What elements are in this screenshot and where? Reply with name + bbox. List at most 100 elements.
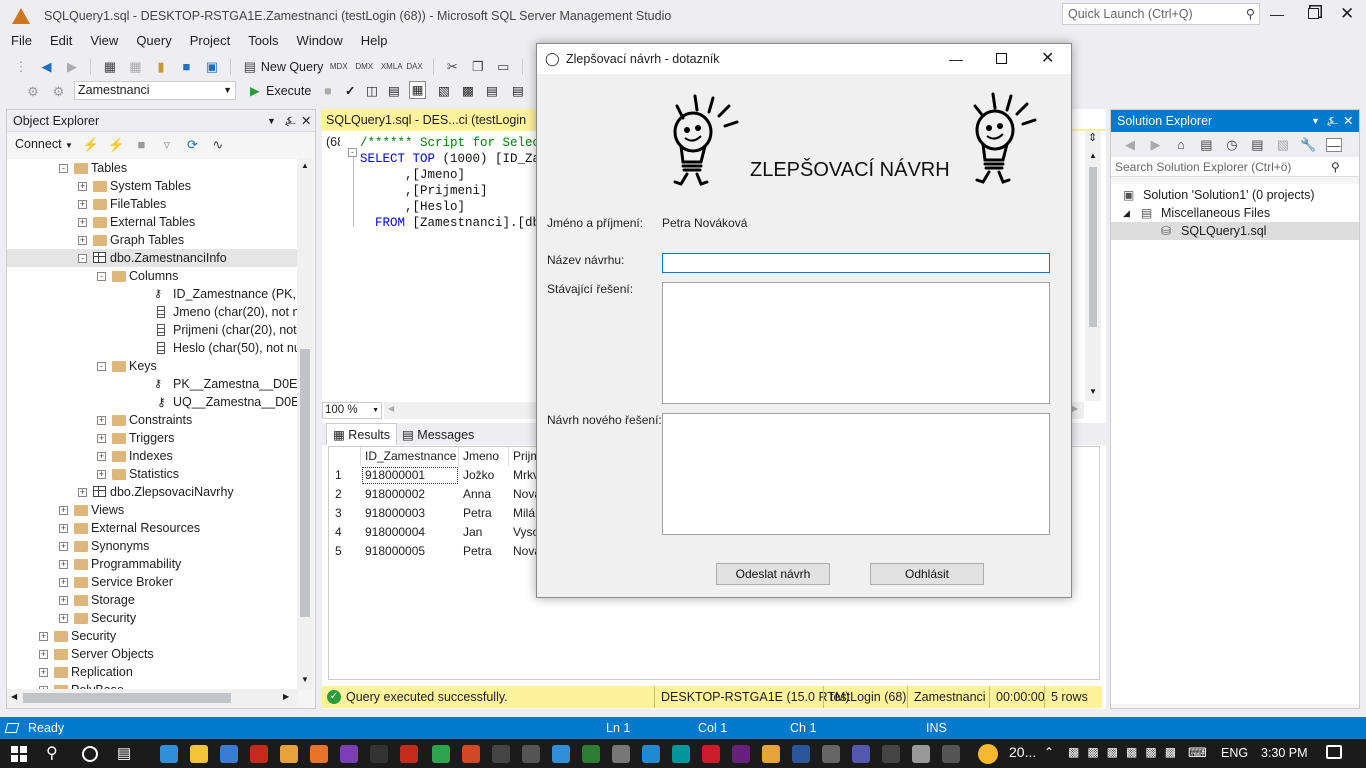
filter-icon[interactable]: ▿: [159, 137, 175, 152]
file-explorer-icon[interactable]: [190, 745, 208, 763]
tree-item[interactable]: + Synonyms: [7, 537, 297, 555]
query-options-icon[interactable]: ◫: [366, 79, 378, 103]
collapse-icon[interactable]: -: [97, 362, 106, 371]
grid-cell[interactable]: Jožko: [459, 466, 509, 485]
expand-icon[interactable]: +: [97, 416, 106, 425]
expand-icon[interactable]: +: [78, 200, 87, 209]
expand-icon[interactable]: +: [97, 470, 106, 479]
new-solution-textarea[interactable]: [662, 413, 1050, 535]
tree-item[interactable]: + System Tables: [7, 177, 297, 195]
copy-icon[interactable]: ❐: [470, 59, 486, 74]
tree-item[interactable]: + Storage: [7, 591, 297, 609]
tree-item[interactable]: + Security: [7, 627, 297, 645]
dropdown-icon[interactable]: ▼: [1311, 110, 1320, 132]
disconnect-icon[interactable]: ⚡: [108, 137, 124, 152]
app-icon[interactable]: [522, 745, 540, 763]
app-icon[interactable]: [462, 745, 480, 763]
scroll-right-icon[interactable]: ▶: [1072, 404, 1078, 413]
tree-item[interactable]: - dbo.ZamestnanciInfo: [7, 249, 297, 267]
clock[interactable]: 3:30 PM: [1261, 746, 1308, 760]
indent-icon[interactable]: ▤: [486, 79, 498, 103]
grid-cell[interactable]: 918000004: [361, 523, 459, 542]
back-icon[interactable]: ◀: [38, 59, 54, 74]
tree-item[interactable]: + Security: [7, 609, 297, 627]
table-row[interactable]: 2 918000002 Anna Nová: [329, 485, 569, 504]
scroll-left-icon[interactable]: ◀: [11, 692, 17, 701]
scroll-up-icon[interactable]: ▲: [301, 161, 309, 170]
save-icon[interactable]: ■: [178, 59, 194, 74]
grid-cell[interactable]: Jan: [459, 523, 509, 542]
table-row[interactable]: 5 918000005 Petra Nová: [329, 542, 569, 561]
grid-cell[interactable]: Anna: [459, 485, 509, 504]
stop-icon[interactable]: ■: [324, 79, 332, 103]
expand-icon[interactable]: +: [78, 488, 87, 497]
app-icon[interactable]: [762, 745, 780, 763]
visual-studio-icon[interactable]: [732, 745, 750, 763]
expand-icon[interactable]: +: [78, 236, 87, 245]
language-indicator[interactable]: ENG: [1221, 746, 1248, 760]
scroll-down-icon[interactable]: ▼: [301, 675, 309, 684]
menu-edit[interactable]: Edit: [41, 32, 81, 50]
app-icon[interactable]: [400, 745, 418, 763]
mdx-query-icon[interactable]: MDX: [330, 60, 348, 74]
oe-horizontal-scrollbar[interactable]: ◀ ▶: [7, 689, 297, 707]
scroll-thumb[interactable]: [1089, 167, 1097, 327]
tree-item[interactable]: + dbo.ZlepsovaciNavrhy: [7, 483, 297, 501]
edge-icon[interactable]: [160, 745, 178, 763]
menu-file[interactable]: File: [2, 32, 41, 50]
scroll-thumb[interactable]: [300, 349, 310, 617]
expand-icon[interactable]: +: [39, 632, 48, 641]
scroll-left-icon[interactable]: ◀: [388, 404, 394, 413]
forward-icon[interactable]: ▶: [1147, 137, 1163, 152]
tree-item[interactable]: Prijmeni (char(20), not nu: [7, 321, 297, 339]
expand-icon[interactable]: +: [59, 560, 68, 569]
app-icon[interactable]: [250, 745, 268, 763]
dax-query-icon[interactable]: DAX: [406, 60, 422, 74]
arduino-icon[interactable]: [672, 745, 690, 763]
tree-item[interactable]: - Columns: [7, 267, 297, 285]
expand-icon[interactable]: +: [59, 542, 68, 551]
keyboard-icon[interactable]: ⌨: [1188, 745, 1207, 761]
collapse-icon[interactable]: -: [97, 272, 106, 281]
expand-icon[interactable]: +: [39, 650, 48, 659]
solution-search-input[interactable]: Search Solution Explorer (Ctrl+ö) ⚲: [1111, 157, 1359, 177]
editor-vertical-scrollbar[interactable]: ⇕ ▲ ▼: [1085, 131, 1101, 401]
scroll-down-icon[interactable]: ▼: [1089, 387, 1097, 396]
menu-tools[interactable]: Tools: [239, 32, 287, 50]
preview-icon[interactable]: —: [1325, 137, 1342, 152]
expanded-icon[interactable]: ◢: [1123, 204, 1130, 222]
title-input[interactable]: [662, 253, 1050, 273]
cut-icon[interactable]: ✂: [444, 59, 460, 74]
app-icon[interactable]: [942, 745, 960, 763]
new-project-icon[interactable]: ▦: [102, 59, 118, 74]
properties-icon[interactable]: 🔧: [1300, 137, 1316, 152]
stop-icon[interactable]: ■: [133, 137, 149, 152]
app-icon[interactable]: [552, 745, 570, 763]
dialog-maximize-button[interactable]: [996, 53, 1007, 64]
tree-item[interactable]: +PolyBase: [7, 681, 297, 689]
close-icon[interactable]: ✕: [301, 110, 311, 132]
menu-query[interactable]: Query: [127, 32, 180, 50]
history-icon[interactable]: ◷: [1224, 137, 1240, 152]
tree-item[interactable]: + Server Objects: [7, 645, 297, 663]
expand-icon[interactable]: +: [78, 218, 87, 227]
tree-item[interactable]: + Programmability: [7, 555, 297, 573]
scroll-right-icon[interactable]: ▶: [283, 692, 289, 701]
menu-help[interactable]: Help: [352, 32, 397, 50]
word-icon[interactable]: [792, 745, 810, 763]
tree-item[interactable]: + External Resources: [7, 519, 297, 537]
table-row[interactable]: 1 918000001 Jožko Mrkv: [329, 466, 569, 485]
notifications-icon[interactable]: [1326, 745, 1342, 759]
grid-column-header[interactable]: ID_Zamestnance: [361, 447, 459, 466]
weather-icon[interactable]: [978, 744, 998, 764]
oe-vertical-scrollbar[interactable]: ▲ ▼: [297, 159, 313, 689]
app-icon[interactable]: [612, 745, 630, 763]
quick-launch-input[interactable]: Quick Launch (Ctrl+Q) ⚲: [1062, 3, 1260, 25]
app-icon[interactable]: [492, 745, 510, 763]
connect-button[interactable]: Connect ▼: [15, 137, 73, 151]
home-icon[interactable]: ⌂: [1173, 137, 1189, 152]
add-item-icon[interactable]: ▦: [127, 59, 143, 74]
app-icon[interactable]: [370, 745, 388, 763]
connect-icon[interactable]: ⚙: [25, 84, 41, 99]
app-icon[interactable]: [310, 745, 328, 763]
